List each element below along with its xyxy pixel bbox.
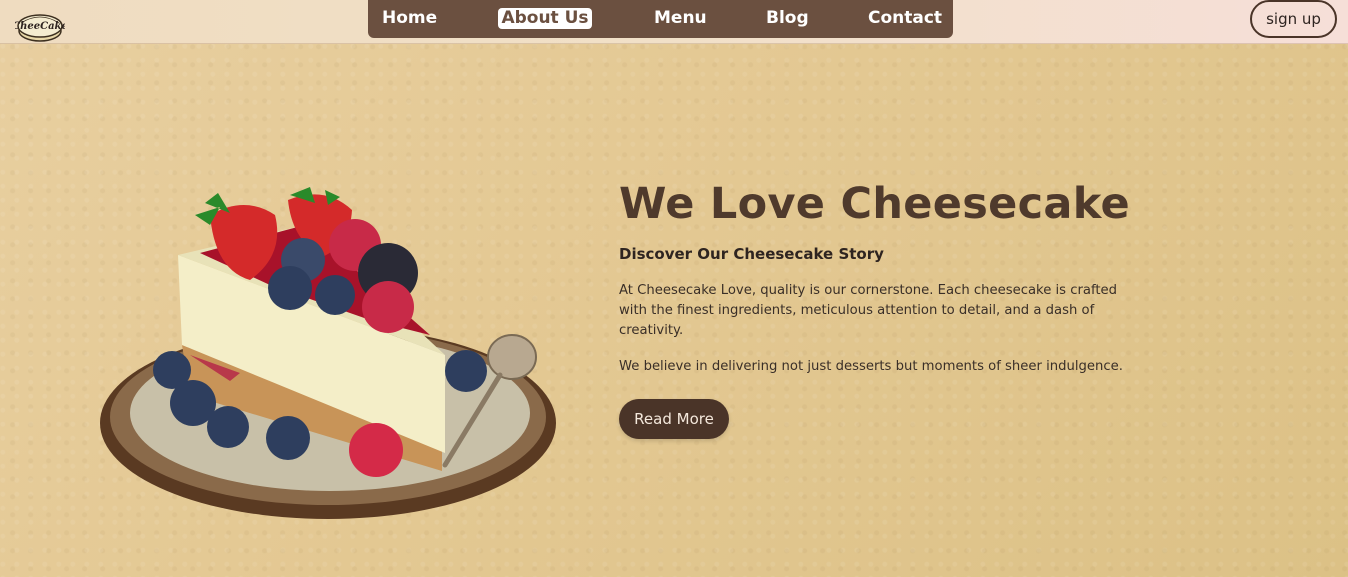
main-nav: Home About Us Menu Blog Contact bbox=[368, 0, 953, 38]
brand-logo[interactable]: CheeCake bbox=[15, 7, 65, 43]
signup-button[interactable]: sign up bbox=[1250, 0, 1337, 38]
hero-paragraph-2: We believe in delivering not just desser… bbox=[619, 359, 1123, 374]
top-header: CheeCake Home About Us Menu Blog Contact… bbox=[0, 0, 1348, 44]
hero-title: We Love Cheesecake bbox=[619, 179, 1130, 229]
hero-paragraph-1: At Cheesecake Love, quality is our corne… bbox=[619, 283, 1118, 338]
nav-contact[interactable]: Contact bbox=[868, 8, 942, 29]
nav-about-us[interactable]: About Us bbox=[498, 8, 592, 29]
nav-home[interactable]: Home bbox=[382, 8, 437, 29]
cheesecake-image bbox=[100, 187, 556, 519]
read-more-button[interactable]: Read More bbox=[619, 399, 729, 439]
hero-content: We Love Cheesecake Discover Our Cheeseca… bbox=[619, 178, 1139, 439]
hero-subtitle: Discover Our Cheesecake Story bbox=[619, 245, 884, 263]
nav-blog[interactable]: Blog bbox=[766, 8, 809, 29]
nav-menu[interactable]: Menu bbox=[654, 8, 707, 29]
logo-text: CheeCake bbox=[15, 21, 65, 32]
